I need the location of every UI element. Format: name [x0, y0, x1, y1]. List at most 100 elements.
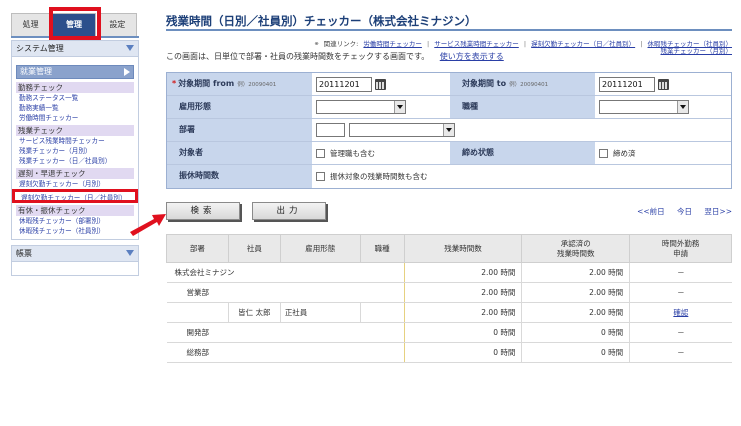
- system-management-label: システム管理: [16, 44, 64, 53]
- category-overtime-check: 残業チェック: [16, 125, 134, 136]
- tab-settings[interactable]: 設定: [97, 13, 137, 36]
- tab-manage[interactable]: 管理: [49, 7, 102, 40]
- forms-label: 帳票: [16, 249, 32, 258]
- today-link[interactable]: 今日: [677, 207, 692, 216]
- closing-label: 締め状態: [450, 142, 595, 164]
- column-header-employment: 雇用形態: [279, 234, 361, 263]
- category-leave-check: 有休・振休チェック: [16, 205, 134, 216]
- period-to-input[interactable]: 20111201: [599, 76, 655, 92]
- form-row-target: 対象者 管理職も含む 締め状態 締め済: [167, 142, 731, 165]
- sidebar-link-work-results[interactable]: 勤務実績一覧: [16, 103, 134, 113]
- form-row-department: 部署: [167, 119, 731, 142]
- include-transfer-checkbox[interactable]: [316, 172, 325, 181]
- related-link-labor[interactable]: 労働時間チェッカー: [363, 40, 422, 48]
- transfer-cell: 振休対象の残業時間数も含む: [312, 165, 731, 188]
- employment-select[interactable]: [316, 100, 406, 114]
- collapse-down-icon: [126, 250, 134, 256]
- job-label: 職種: [450, 96, 595, 118]
- calendar-icon[interactable]: [375, 78, 386, 90]
- results-table: 部署 社員 雇用形態 職種 残業時間数 承認済の 残業時間数 時間外勤務 申請 …: [166, 234, 732, 363]
- collapse-down-icon: [126, 45, 134, 51]
- period-to-label: 対象期間 to 例）20090401: [450, 73, 595, 95]
- period-to-cell: 20111201: [595, 73, 731, 95]
- tab-highlight-box: [49, 7, 102, 40]
- table-header-row: 部署 社員 雇用形態 職種 残業時間数 承認済の 残業時間数 時間外勤務 申請: [166, 234, 732, 263]
- main-content: 残業時間（日別／社員別）チェッカー（株式会社ミナジン） ⚭ 関連リンク: 労働時…: [166, 13, 732, 363]
- target-label: 対象者: [167, 142, 312, 164]
- sidebar-link-labor-checker[interactable]: 労働時間チェッカー: [16, 113, 134, 123]
- chain-link-icon: ⚭: [313, 40, 320, 48]
- job-select[interactable]: [599, 100, 689, 114]
- forms-header[interactable]: 帳票: [11, 245, 139, 262]
- confirm-link[interactable]: 確認: [629, 302, 732, 323]
- search-button[interactable]: 検索: [166, 202, 240, 220]
- next-day-link[interactable]: 翌日>>: [704, 207, 732, 216]
- closed-checkbox[interactable]: [599, 148, 608, 158]
- department-cell: [312, 119, 731, 141]
- sidebar-link-late-daily[interactable]: 遅刻欠勤チェッカー（日／社員別）: [12, 189, 138, 203]
- output-button[interactable]: 出力: [252, 202, 326, 220]
- table-row: 営業部 2.00 時間 2.00 時間 －: [166, 282, 732, 303]
- required-mark: *: [172, 79, 177, 88]
- row-dept: [166, 302, 229, 323]
- tab-process[interactable]: 処理: [11, 13, 51, 36]
- department-label: 部署: [167, 119, 312, 141]
- sidebar-link-overtime-monthly[interactable]: 残業チェッカー（月別）: [16, 146, 134, 156]
- system-management-header[interactable]: システム管理: [11, 40, 139, 57]
- search-form: * 対象期間 from 例）20090401 20111201 対象期間 to 例）2…: [166, 72, 732, 189]
- transfer-label: 振休時間数: [167, 165, 312, 188]
- work-management-label: 就業管理: [20, 67, 52, 76]
- row-approved: 2.00 時間: [521, 262, 630, 283]
- row-approved: 2.00 時間: [521, 282, 630, 303]
- table-row: 総務部 0 時間 0 時間 －: [166, 342, 732, 363]
- job-cell: [595, 96, 731, 118]
- help-link[interactable]: 使い方を表示する: [440, 52, 504, 61]
- forms-panel: [11, 262, 139, 276]
- sidebar-link-overtime-daily[interactable]: 残業チェッカー（日／社員別）: [16, 156, 134, 166]
- description: この画面は、日単位で部署・社員の残業時間数をチェックする画面です。 使い方を表示…: [166, 51, 732, 62]
- row-dept: 開発部: [166, 322, 405, 343]
- sidebar-link-leave-employee[interactable]: 休暇残チェッカー（社員別）: [16, 226, 134, 236]
- department-code-input[interactable]: [316, 123, 345, 137]
- sidebar-link-work-status[interactable]: 勤務ステータス一覧: [16, 93, 134, 103]
- period-from-input[interactable]: 20111201: [316, 76, 372, 92]
- category-work-check: 勤務チェック: [16, 82, 134, 93]
- include-managers-label: 管理職も含む: [330, 148, 375, 158]
- row-overtime: 2.00 時間: [403, 302, 522, 323]
- include-managers-checkbox[interactable]: [316, 148, 325, 158]
- related-link-late-daily[interactable]: 遅刻欠勤チェッカー（日／社員別）: [531, 40, 635, 48]
- date-navigation: <<前日 今日 翌日>>: [627, 206, 732, 217]
- row-overtime: 0 時間: [403, 342, 522, 363]
- row-dept: 営業部: [166, 282, 405, 303]
- form-row-period: * 対象期間 from 例）20090401 20111201 対象期間 to 例）2…: [167, 73, 731, 96]
- row-approved: 0 時間: [521, 322, 630, 343]
- sidebar: 処理 管理 設定 システム管理 就業管理 勤務チェック 勤務ステータス一覧 勤務…: [11, 7, 139, 276]
- row-overtime: 2.00 時間: [403, 282, 522, 303]
- employment-label: 雇用形態: [167, 96, 312, 118]
- red-arrow-icon: [130, 214, 166, 236]
- column-header-dept: 部署: [166, 234, 229, 263]
- sidebar-link-late-monthly[interactable]: 遅刻欠勤チェッカー（月別）: [16, 179, 134, 189]
- chevron-down-icon: [677, 101, 688, 113]
- row-request: －: [629, 282, 732, 303]
- category-late-check: 遅刻・早退チェック: [16, 168, 134, 179]
- related-link-service-overtime[interactable]: サービス残業時間チェッカー: [434, 40, 519, 48]
- chevron-down-icon: [443, 124, 454, 136]
- calendar-icon[interactable]: [658, 78, 669, 90]
- include-transfer-label: 振休対象の残業時間数も含む: [330, 172, 428, 181]
- column-header-approved: 承認済の 残業時間数: [521, 234, 631, 263]
- row-approved: 2.00 時間: [521, 302, 630, 323]
- column-header-job: 職種: [359, 234, 405, 263]
- table-row: 開発部 0 時間 0 時間 －: [166, 322, 732, 343]
- department-select[interactable]: [349, 123, 455, 137]
- prev-day-link[interactable]: <<前日: [637, 207, 665, 216]
- table-row: 皆仁 太郎 正社員 2.00 時間 2.00 時間 確認: [166, 302, 732, 323]
- form-row-employment: 雇用形態 職種: [167, 96, 731, 119]
- row-overtime: 2.00 時間: [403, 262, 522, 283]
- row-request: －: [629, 262, 732, 283]
- sidebar-link-service-overtime[interactable]: サービス残業時間チェッカー: [16, 136, 134, 146]
- row-employment: 正社員: [279, 302, 361, 323]
- work-management-header[interactable]: 就業管理: [16, 65, 134, 79]
- row-overtime: 0 時間: [403, 322, 522, 343]
- sidebar-link-leave-dept[interactable]: 休暇残チェッカー（部署別）: [16, 216, 134, 226]
